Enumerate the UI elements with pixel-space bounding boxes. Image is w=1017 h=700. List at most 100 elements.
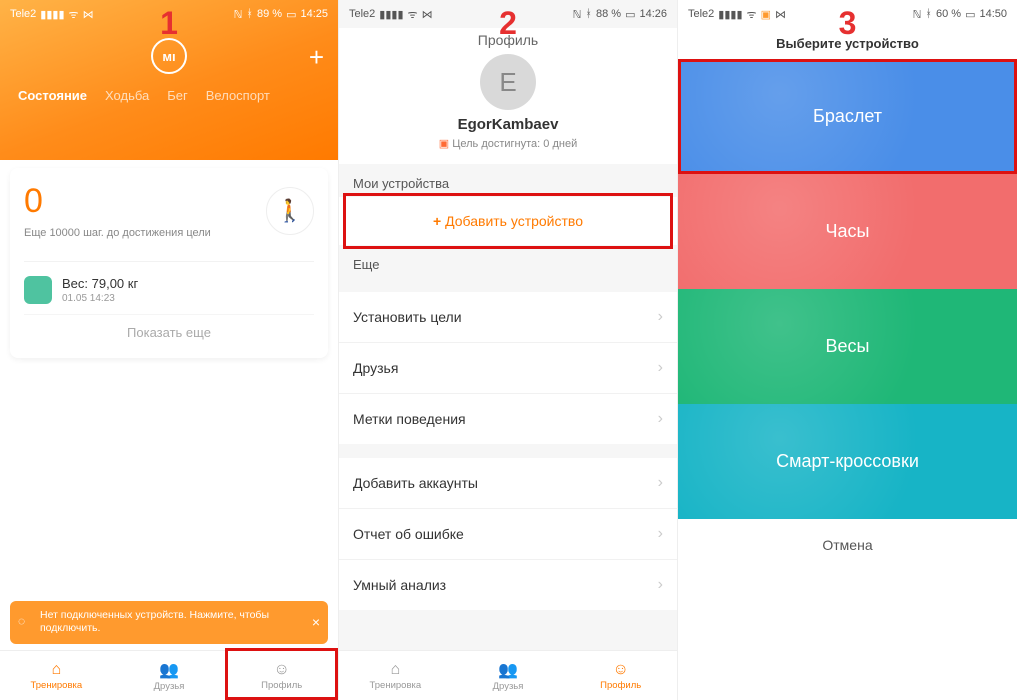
- chevron-right-icon: ›: [658, 474, 663, 492]
- step-subtext: Еще 10000 шаг. до достижения цели: [24, 227, 211, 239]
- nav-friends[interactable]: 👥 Друзья: [113, 651, 226, 700]
- weight-date: 01.05 14:23: [62, 293, 138, 304]
- clock: 14:26: [639, 8, 667, 20]
- cast-icon: ⋈: [83, 8, 94, 21]
- chevron-right-icon: ›: [658, 410, 663, 428]
- add-icon[interactable]: +: [309, 42, 324, 73]
- chevron-right-icon: ›: [658, 525, 663, 543]
- wifi-icon: ᯤ: [747, 7, 757, 22]
- toast-icon: ◌: [18, 615, 25, 631]
- bluetooth-icon: ᚼ: [585, 8, 592, 20]
- settings-list-2: Добавить аккаунты › Отчет об ошибке› Умны…: [339, 458, 677, 610]
- tab-walk[interactable]: Ходьба: [105, 88, 149, 103]
- weight-row[interactable]: Вес: 79,00 кг 01.05 14:23: [24, 261, 314, 304]
- wifi-icon: ᯤ: [69, 7, 79, 22]
- item-accounts[interactable]: Добавить аккаунты ›: [339, 458, 677, 509]
- nav-friends-label: Друзья: [154, 681, 185, 692]
- add-device-label: Добавить устройство: [445, 213, 583, 229]
- home-icon: ⌂: [391, 661, 401, 679]
- nav-profile[interactable]: ☺ Профиль: [564, 651, 677, 700]
- nav-training-label: Тренировка: [370, 680, 422, 691]
- toast-text: Нет подключенных устройств. Нажмите, что…: [40, 609, 269, 635]
- avatar[interactable]: Е: [480, 54, 536, 110]
- profile-header: Профиль Е EgorKambaev ▣ Цель достигнута:…: [339, 28, 677, 164]
- device-shoes-label: Смарт-кроссовки: [776, 451, 919, 472]
- item-label: Друзья: [353, 360, 398, 376]
- devices-section-label: Мои устройства: [339, 164, 677, 197]
- cancel-button[interactable]: Отмена: [678, 519, 1017, 571]
- battery-icon: ▭: [965, 8, 975, 21]
- phone-3: 3 Tele2 ▮▮▮▮ ᯤ ▣ ⋈ ℕ ᚼ 60 % ▭ 14:50 Выбе…: [678, 0, 1017, 700]
- nav-training[interactable]: ⌂ Тренировка: [0, 651, 113, 700]
- clock: 14:50: [979, 8, 1007, 20]
- item-smart[interactable]: Умный анализ ›: [339, 560, 677, 610]
- username: EgorKambaev: [339, 116, 677, 133]
- device-scale-label: Весы: [826, 336, 870, 357]
- item-goals[interactable]: Установить цели›: [339, 292, 677, 343]
- friends-icon: 👥: [498, 660, 518, 680]
- tab-bike[interactable]: Велоспорт: [206, 88, 270, 103]
- device-watch[interactable]: Часы: [678, 174, 1017, 289]
- weight-label: Вес: 79,00 кг: [62, 276, 138, 291]
- signal-icon: ▮▮▮▮: [379, 8, 403, 21]
- battery-pct: 60 %: [936, 8, 961, 20]
- scale-icon: [24, 276, 52, 304]
- nav-profile-label: Профиль: [600, 680, 641, 691]
- device-scale[interactable]: Весы: [678, 289, 1017, 404]
- overlay-number-2: 2: [499, 5, 517, 42]
- wifi-icon: ᯤ: [408, 7, 418, 22]
- overlay-number-1: 1: [160, 5, 178, 42]
- nfc-icon: ℕ: [913, 8, 922, 21]
- device-bracelet-label: Браслет: [813, 106, 882, 127]
- item-friends[interactable]: Друзья ›: [339, 343, 677, 394]
- plus-icon: +: [433, 213, 441, 229]
- nav-training[interactable]: ⌂ Тренировка: [339, 651, 452, 700]
- battery-icon: ▭: [286, 8, 296, 21]
- friends-icon: 👥: [159, 660, 179, 680]
- settings-list-1: Установить цели› Друзья › Метки поведения…: [339, 292, 677, 444]
- battery-pct: 89 %: [257, 8, 282, 20]
- tab-run[interactable]: Бег: [167, 88, 188, 103]
- chevron-right-icon: ›: [658, 359, 663, 377]
- connect-toast[interactable]: ◌ Нет подключенных устройств. Нажмите, ч…: [10, 601, 328, 644]
- tab-state[interactable]: Состояние: [18, 88, 87, 103]
- show-more-link[interactable]: Показать еще: [24, 314, 314, 344]
- goal-text: ▣ Цель достигнута: 0 дней: [339, 137, 677, 150]
- walk-icon: 🚶: [266, 187, 314, 235]
- home-tabs: Состояние Ходьба Бег Велоспорт: [0, 74, 338, 103]
- goal-icon: ▣: [439, 138, 449, 150]
- carrier-label: Tele2: [688, 8, 714, 20]
- profile-icon: ☺: [274, 661, 290, 679]
- phone-1: 1 Tele2 ▮▮▮▮ ᯤ ⋈ ℕ ᚼ 89 % ▭ 14:25 + ᴍı: [0, 0, 339, 700]
- nav-profile-label: Профиль: [261, 680, 302, 691]
- chevron-right-icon: ›: [658, 576, 663, 594]
- signal-icon: ▮▮▮▮: [40, 8, 64, 21]
- more-section-label: Еще: [339, 245, 677, 278]
- chip-icon: ▣: [761, 8, 771, 21]
- phone-2: 2 Tele2 ▮▮▮▮ ᯤ ⋈ ℕ ᚼ 88 % ▭ 14:26 Профил: [339, 0, 678, 700]
- bottom-nav: ⌂ Тренировка 👥 Друзья ☺ Профиль: [339, 650, 677, 700]
- nav-profile[interactable]: ☺ Профиль: [225, 651, 338, 700]
- nav-training-label: Тренировка: [31, 680, 83, 691]
- signal-icon: ▮▮▮▮: [718, 8, 742, 21]
- carrier-label: Tele2: [349, 8, 375, 20]
- home-icon: ⌂: [52, 661, 62, 679]
- item-label: Добавить аккаунты: [353, 475, 478, 491]
- battery-icon: ▭: [625, 8, 635, 21]
- add-device-button[interactable]: + Добавить устройство: [339, 197, 677, 245]
- item-label: Умный анализ: [353, 577, 446, 593]
- cast-icon: ⋈: [422, 8, 433, 21]
- device-shoes[interactable]: Смарт-кроссовки: [678, 404, 1017, 519]
- battery-pct: 88 %: [596, 8, 621, 20]
- item-label: Метки поведения: [353, 411, 466, 427]
- device-watch-label: Часы: [826, 221, 870, 242]
- steps-card[interactable]: 0 Еще 10000 шаг. до достижения цели 🚶 Ве…: [10, 168, 328, 358]
- step-count: 0: [24, 182, 211, 221]
- overlay-number-3: 3: [839, 5, 857, 42]
- device-bracelet[interactable]: Браслет: [678, 59, 1017, 174]
- toast-close-icon[interactable]: ×: [312, 613, 320, 631]
- item-bugreport[interactable]: Отчет об ошибке›: [339, 509, 677, 560]
- chevron-right-icon: ›: [658, 308, 663, 326]
- item-behavior[interactable]: Метки поведения ›: [339, 394, 677, 444]
- nav-friends[interactable]: 👥 Друзья: [452, 651, 565, 700]
